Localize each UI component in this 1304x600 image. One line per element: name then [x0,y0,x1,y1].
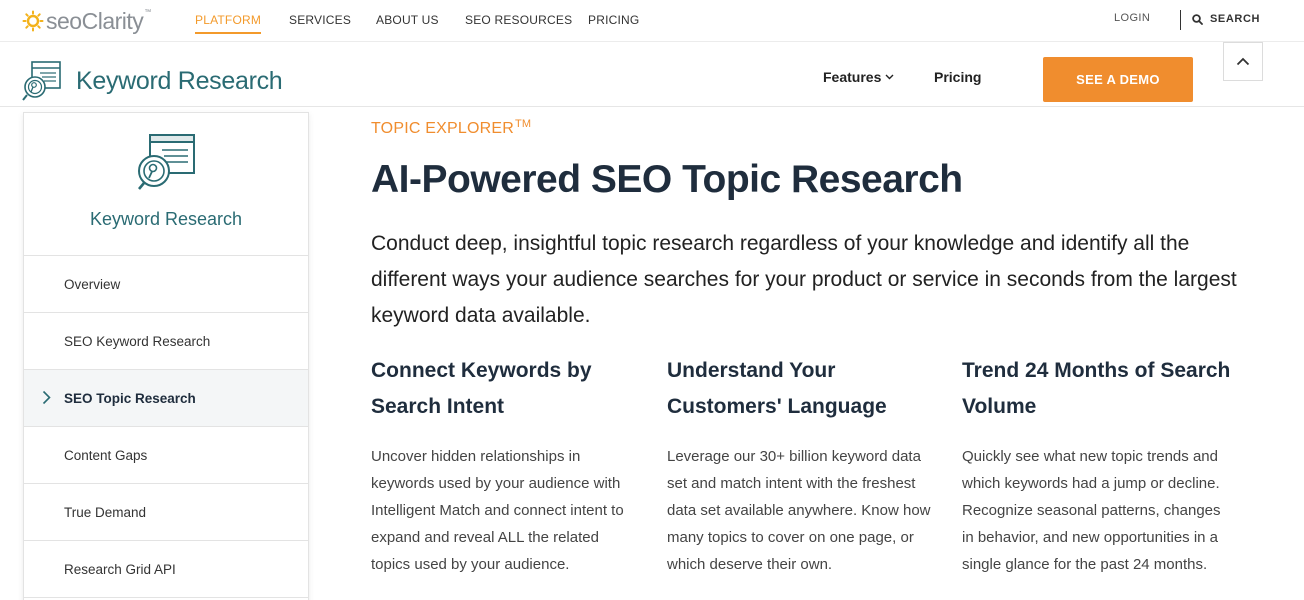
sidebar-item-seo-topic-research[interactable]: SEO Topic Research [24,370,308,427]
nav-about-us[interactable]: ABOUT US [376,13,439,27]
trademark-superscript: TM [515,118,532,130]
feature-text: Leverage our 30+ billion keyword data se… [667,448,931,573]
chevron-up-icon [1236,57,1250,66]
sidebar-nav: Keyword Research Overview SEO Keyword Re… [23,112,309,600]
seoclarity-logo[interactable]: seoClarity ™ [22,7,151,35]
sun-logo-icon [22,10,44,32]
nav-pricing[interactable]: PRICING [588,13,639,27]
logo-trademark: ™ [144,9,152,16]
chevron-down-icon [885,74,894,80]
sidebar-item-true-demand[interactable]: True Demand [24,484,308,541]
feature-title: Trend 24 Months of Search Volume [962,359,1231,418]
search-icon [1192,13,1203,25]
login-link[interactable]: LOGIN [1114,12,1150,24]
keyword-research-icon [138,134,195,190]
nav-divider [1180,10,1181,30]
sidebar-item-overview[interactable]: Overview [24,256,308,313]
feature-column: Trend 24 Months of Search Volume Quickly… [962,353,1232,578]
see-a-demo-button[interactable]: SEE A DEMO [1043,57,1193,102]
search-label: SEARCH [1210,13,1261,25]
features-menu[interactable]: Features [823,69,894,85]
logo-text: seoClarity [46,7,144,34]
sidebar-title: Keyword Research [89,209,243,229]
feature-column: Understand Your Customers' Language Leve… [667,353,937,578]
keyword-research-icon [22,61,61,101]
sidebar-item-label: Overview [64,276,121,292]
nav-seo-resources[interactable]: SEO RESOURCES [465,13,572,27]
feature-title: Connect Keywords by Search Intent [371,359,592,418]
search-link[interactable]: SEARCH [1192,13,1260,25]
section-eyebrow: TOPIC EXPLORERTM [371,118,532,137]
page-description: Conduct deep, insightful topic research … [371,232,1237,327]
top-navigation: seoClarity ™ PLATFORM SERVICES ABOUT US … [0,0,1304,42]
sidebar-item-label: SEO Topic Research [64,390,196,406]
product-pricing-link[interactable]: Pricing [934,69,981,85]
product-title[interactable]: Keyword Research [76,67,283,96]
page-title: AI-Powered SEO Topic Research [371,158,963,201]
sidebar-item-label: SEO Keyword Research [64,333,211,349]
nav-platform[interactable]: PLATFORM [195,13,262,34]
back-to-top-button[interactable] [1223,42,1263,81]
feature-text: Quickly see what new topic trends and wh… [962,448,1221,573]
sidebar-item-research-grid-api[interactable]: Research Grid API [24,541,308,598]
sidebar-item-label: True Demand [64,504,147,520]
sidebar-item-label: Research Grid API [64,561,176,577]
sidebar-item-label: Content Gaps [64,447,148,463]
chevron-right-icon [42,390,51,405]
product-bar: Keyword Research Features Pricing SEE A … [0,42,1304,107]
feature-column: Connect Keywords by Search Intent Uncove… [371,353,641,578]
feature-title: Understand Your Customers' Language [667,359,887,418]
nav-services[interactable]: SERVICES [289,13,351,27]
sidebar-item-seo-keyword-research[interactable]: SEO Keyword Research [24,313,308,370]
features-label: Features [823,69,882,85]
sidebar-item-content-gaps[interactable]: Content Gaps [24,427,308,484]
feature-text: Uncover hidden relationships in keywords… [371,448,624,573]
sidebar-header: Keyword Research [24,113,308,256]
